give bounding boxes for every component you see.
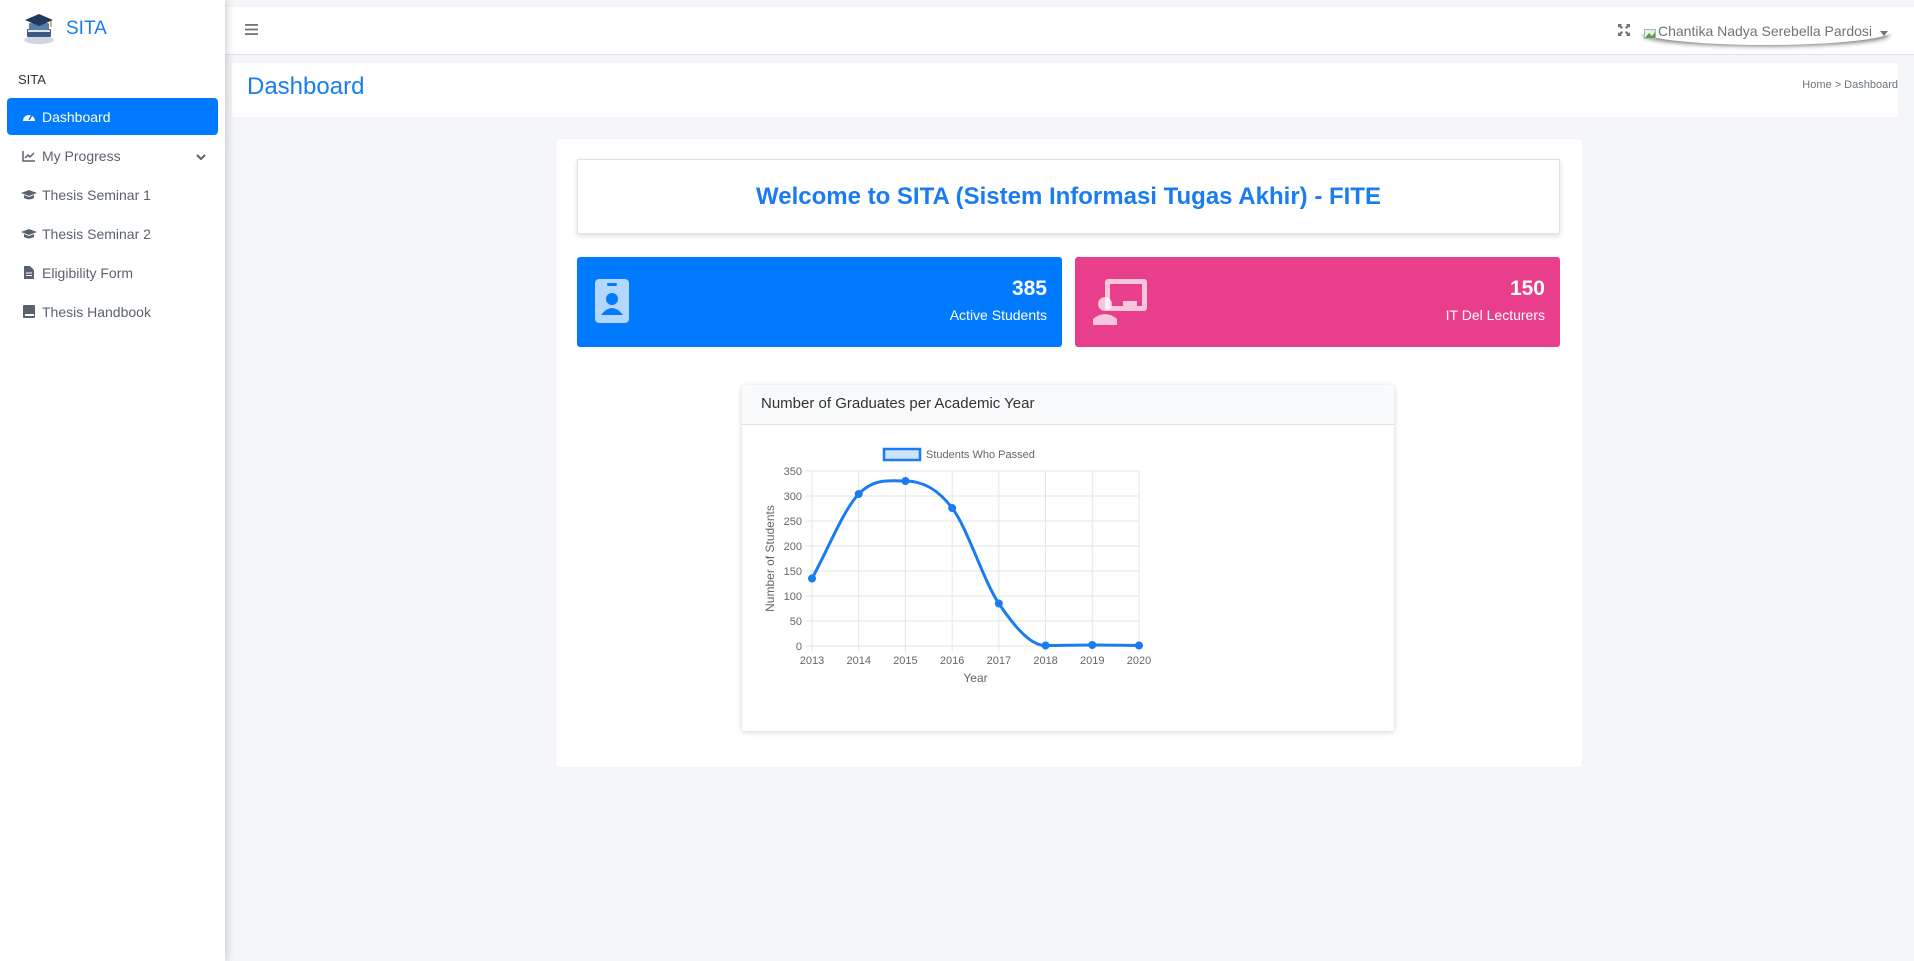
sidebar-item-thesis-seminar-2[interactable]: Thesis Seminar 2: [7, 215, 218, 252]
welcome-heading: Welcome to SITA (Sistem Informasi Tugas …: [756, 182, 1381, 210]
book-icon: [21, 305, 37, 319]
x-tick-label: 2014: [846, 655, 870, 667]
chart-card-title: Number of Graduates per Academic Year: [742, 385, 1394, 425]
tachometer-icon: [21, 110, 37, 124]
sidebar-item-label: Thesis Handbook: [42, 303, 151, 320]
data-point: [1135, 641, 1143, 650]
data-point: [1088, 641, 1097, 649]
data-point: [808, 574, 816, 583]
y-tick-label: 100: [784, 591, 802, 603]
y-tick-label: 300: [784, 491, 802, 503]
stat-value: 385: [1011, 277, 1047, 300]
legend-swatch: [882, 447, 922, 462]
y-tick-label: 150: [784, 566, 802, 578]
sidebar-section-title: SITA: [18, 72, 46, 87]
welcome-banner: Welcome to SITA (Sistem Informasi Tugas …: [577, 159, 1560, 234]
x-tick-label: 2017: [987, 655, 1011, 667]
y-tick-label: 250: [784, 516, 802, 528]
sidebar-nav: Dashboard My Progress Thesis Seminar 1 T…: [0, 98, 225, 330]
logo-icon: [20, 10, 58, 48]
y-tick-label: 50: [790, 616, 802, 628]
sidebar-item-label: Thesis Seminar 2: [42, 225, 151, 242]
stat-card-active-students: 385 Active Students: [577, 257, 1062, 347]
data-point: [1041, 641, 1050, 650]
page-title: Dashboard: [247, 73, 365, 100]
user-name: Chantika Nadya Serebella Pardosi: [1657, 23, 1872, 39]
sidebar-item-dashboard[interactable]: Dashboard: [7, 98, 218, 135]
sidebar-item-label: Dashboard: [42, 108, 111, 125]
chart-line-icon: [21, 149, 37, 163]
caret-down-icon: [1880, 23, 1888, 39]
data-point: [994, 599, 1003, 608]
x-tick-label: 2016: [940, 655, 964, 667]
stat-value: 150: [1509, 277, 1545, 300]
top-navbar: Chantika Nadya Serebella Pardosi: [225, 7, 1914, 55]
sidebar: SITA SITA Dashboard My Progress Thesis S…: [0, 0, 225, 961]
brand-name: SITA: [66, 18, 107, 39]
x-axis-title: Year: [963, 671, 987, 685]
sidebar-item-label: Eligibility Form: [42, 264, 134, 281]
x-tick-label: 2018: [1033, 655, 1057, 667]
sidebar-item-my-progress[interactable]: My Progress: [7, 137, 218, 174]
graduation-cap-icon: [21, 188, 37, 202]
graduates-line-chart: 0 50 100 150 200 250 300 350 2013 2014 2015 2016 201…: [763, 447, 1151, 685]
sidebar-item-thesis-handbook[interactable]: Thesis Handbook: [7, 293, 218, 330]
y-tick-label: 200: [784, 541, 802, 553]
dashboard-card: Welcome to SITA (Sistem Informasi Tugas …: [556, 139, 1582, 767]
content-header: Dashboard Home > Dashboard: [232, 63, 1898, 117]
chevron-down-icon[interactable]: [196, 148, 206, 164]
graduates-chart-card: Number of Graduates per Academic Year 0 5…: [742, 385, 1394, 731]
stat-label: IT Del Lecturers: [1445, 307, 1545, 323]
legend-label: Students Who Passed: [926, 449, 1035, 461]
menu-toggle-icon[interactable]: [245, 22, 258, 40]
data-point: [901, 477, 910, 485]
x-tick-label: 2013: [800, 655, 824, 667]
brand[interactable]: SITA: [0, 0, 225, 58]
y-axis-title: Number of Students: [763, 505, 777, 612]
file-icon: [21, 266, 37, 280]
chalkboard-teacher-icon: [1093, 279, 1149, 330]
sidebar-item-thesis-seminar-1[interactable]: Thesis Seminar 1: [7, 176, 218, 213]
sidebar-item-eligibility-form[interactable]: Eligibility Form: [7, 254, 218, 291]
id-badge-icon: [595, 279, 629, 328]
x-tick-label: 2020: [1127, 655, 1151, 667]
avatar-broken-image-icon: [1643, 26, 1656, 39]
sidebar-item-label: Thesis Seminar 1: [42, 186, 151, 203]
x-tick-label: 2015: [893, 655, 917, 667]
stat-card-lecturers: 150 IT Del Lecturers: [1075, 257, 1560, 347]
sidebar-item-label: My Progress: [42, 147, 121, 164]
data-point: [854, 490, 863, 498]
y-tick-label: 350: [784, 466, 802, 478]
x-tick-label: 2019: [1080, 655, 1104, 667]
fullscreen-icon[interactable]: [1618, 23, 1630, 41]
stat-label: Active Students: [949, 307, 1047, 323]
breadcrumb[interactable]: Home > Dashboard: [1802, 79, 1898, 91]
data-point: [948, 504, 957, 512]
graduation-cap-icon: [21, 227, 37, 241]
y-tick-label: 0: [796, 641, 802, 653]
user-menu[interactable]: Chantika Nadya Serebella Pardosi: [1640, 17, 1892, 45]
